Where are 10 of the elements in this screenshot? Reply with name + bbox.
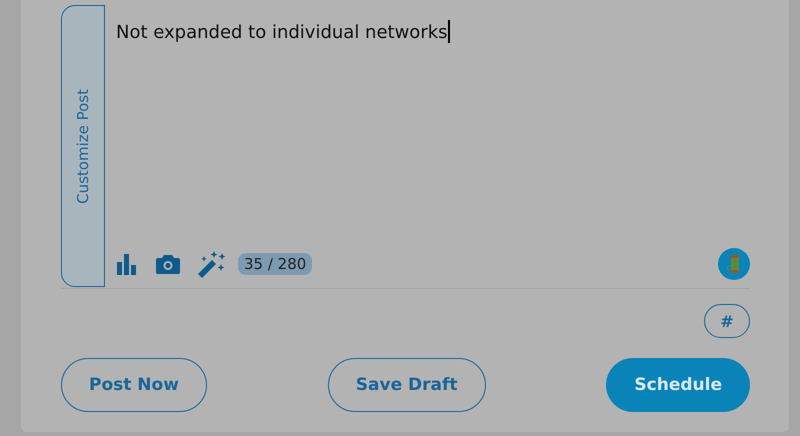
post-now-button[interactable]: Post Now bbox=[61, 358, 207, 412]
customize-post-tab[interactable]: Customize Post bbox=[61, 5, 105, 287]
schedule-button[interactable]: Schedule bbox=[606, 358, 750, 412]
post-text-field[interactable]: Not expanded to individual networks bbox=[116, 5, 750, 248]
thread-spool-icon[interactable] bbox=[718, 248, 750, 280]
save-draft-button[interactable]: Save Draft bbox=[328, 358, 486, 412]
camera-icon[interactable] bbox=[156, 254, 180, 274]
magic-wand-icon[interactable] bbox=[196, 250, 226, 278]
hashtag-button[interactable]: # bbox=[704, 304, 750, 338]
character-count: 35 / 280 bbox=[238, 253, 312, 275]
